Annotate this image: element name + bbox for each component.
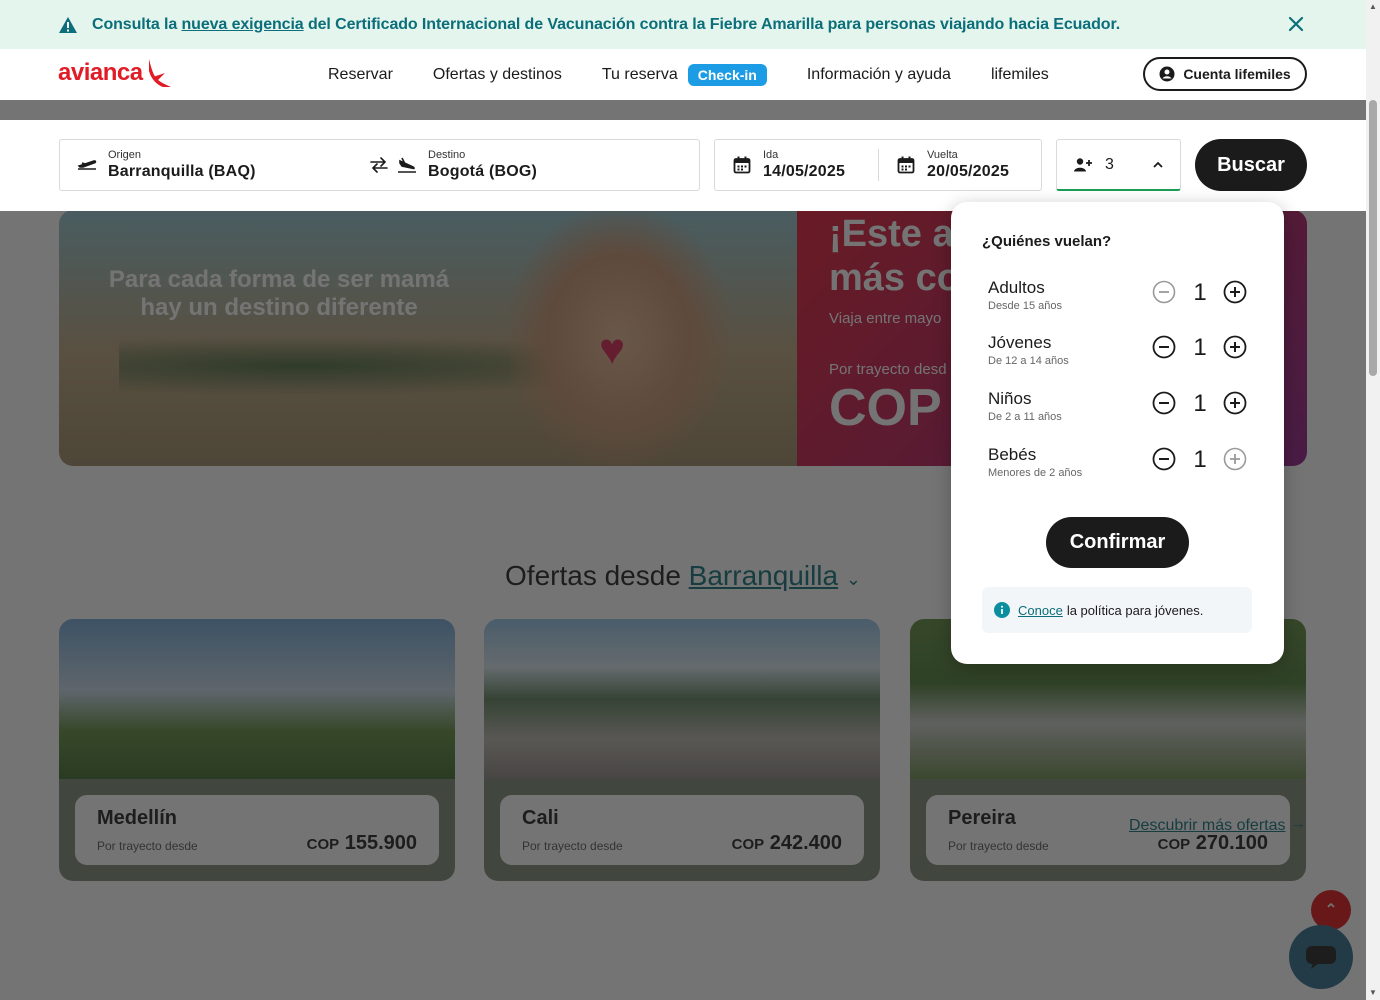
origin-field[interactable]: Origen Barranquilla (BAQ) <box>76 140 376 190</box>
checkin-badge[interactable]: Check-in <box>687 63 767 86</box>
nav-tu-reserva[interactable]: Tu reserva Check-in <box>602 63 767 86</box>
minus-icon[interactable] <box>1152 391 1176 415</box>
policy-link[interactable]: Conoce <box>1018 603 1063 618</box>
chevron-up-icon <box>1153 161 1163 168</box>
nav-ofertas[interactable]: Ofertas y destinos <box>433 66 562 84</box>
offer-desde: Por trayecto desde <box>97 839 198 853</box>
swap-button[interactable] <box>368 140 398 190</box>
notice-text: Consulta la nueva exigencia del Certific… <box>92 15 1121 33</box>
offer-price: COP 242.400 <box>731 832 842 854</box>
account-button[interactable]: Cuenta lifemiles <box>1143 57 1307 91</box>
passenger-panel: ¿Quiénes vuelan? Adultos Desde 15 años 1… <box>951 202 1284 664</box>
offer-image <box>59 619 455 779</box>
plus-icon[interactable] <box>1223 335 1247 359</box>
minus-icon[interactable] <box>1152 280 1176 304</box>
offer-price: COP 155.900 <box>306 832 417 854</box>
dates-group: Ida 14/05/2025 Vuelta 20/05/2025 <box>714 139 1042 191</box>
chevron-up-icon: ⌃ <box>1324 902 1338 919</box>
hero-tagline: Para cada forma de ser mamá hay un desti… <box>108 266 450 321</box>
info-icon <box>994 602 1010 618</box>
plus-icon[interactable] <box>1223 280 1247 304</box>
site-header: avianca Reservar Ofertas y destinos Tu r… <box>0 49 1366 100</box>
main-nav: Reservar Ofertas y destinos Tu reserva Ch… <box>328 49 1089 100</box>
nav-lifemiles[interactable]: lifemiles <box>991 66 1049 84</box>
offer-info: Medellín Por trayecto desde COP 155.900 <box>75 795 439 865</box>
passenger-count-value: 1 <box>1193 390 1207 417</box>
scroll-down-icon[interactable]: ▼ <box>1369 988 1377 997</box>
scroll-to-top-button[interactable]: ⌃ <box>1311 890 1351 930</box>
offer-image <box>484 619 880 779</box>
takeoff-icon <box>76 154 98 176</box>
passenger-row-ninos: Niños De 2 a 11 años 1 <box>988 389 1258 439</box>
arrow-right-icon[interactable]: → <box>1290 815 1306 833</box>
panel-question: ¿Quiénes vuelan? <box>982 233 1112 250</box>
search-button[interactable]: Buscar <box>1195 139 1307 191</box>
confirm-button[interactable]: Confirmar <box>1046 517 1189 568</box>
offers-city-link[interactable]: Barranquilla <box>689 560 838 591</box>
landing-icon <box>396 154 418 176</box>
nav-informacion[interactable]: Información y ayuda <box>807 66 951 84</box>
offer-city: Medellín <box>97 807 178 829</box>
search-bar: Origen Barranquilla (BAQ) Destino Bogotá… <box>0 120 1366 211</box>
add-person-icon <box>1074 157 1092 171</box>
policy-note: Conoce la política para jóvenes. <box>982 587 1252 633</box>
chat-icon <box>1306 946 1336 969</box>
plus-icon[interactable] <box>1223 391 1247 415</box>
notice-banner: Consulta la nueva exigencia del Certific… <box>0 0 1366 49</box>
departure-date-field[interactable]: Ida 14/05/2025 <box>731 140 881 190</box>
notice-link[interactable]: nueva exigencia <box>181 16 303 33</box>
hero-photo: ♥ Para cada forma de ser mamá hay un des… <box>59 210 797 466</box>
minus-icon[interactable] <box>1152 335 1176 359</box>
close-icon[interactable] <box>1286 14 1306 34</box>
passenger-row-jovenes: Jóvenes De 12 a 14 años 1 <box>988 333 1258 383</box>
avianca-logo[interactable]: avianca <box>58 57 173 89</box>
offer-city: Cali <box>522 807 559 829</box>
user-icon <box>1159 66 1175 82</box>
chat-button[interactable] <box>1289 925 1353 989</box>
offer-info: Cali Por trayecto desde COP 242.400 <box>500 795 864 865</box>
passenger-count-value: 1 <box>1193 334 1207 361</box>
passenger-count-value: 1 <box>1193 279 1207 306</box>
calendar-icon <box>895 154 917 176</box>
warning-icon <box>59 16 77 33</box>
chevron-down-icon[interactable]: ⌄ <box>846 569 861 589</box>
offer-desde: Por trayecto desde <box>522 839 623 853</box>
logo-bird-icon <box>148 59 171 87</box>
plus-icon[interactable] <box>1223 447 1247 471</box>
more-offers-link[interactable]: Descubrir más ofertas <box>1129 817 1286 835</box>
swap-icon <box>370 157 388 173</box>
heart-icon: ♥ <box>599 325 626 374</box>
destination-field[interactable]: Destino Bogotá (BOG) <box>396 140 696 190</box>
offer-card-cali[interactable]: Cali Por trayecto desde COP 242.400 <box>484 619 880 881</box>
route-group: Origen Barranquilla (BAQ) Destino Bogotá… <box>59 139 700 191</box>
passenger-row-bebes: Bebés Menores de 2 años 1 <box>988 445 1258 495</box>
scroll-up-icon[interactable]: ▲ <box>1369 2 1377 11</box>
passenger-row-adultos: Adultos Desde 15 años 1 <box>988 278 1258 328</box>
scroll-thumb[interactable] <box>1369 100 1377 376</box>
offer-desde: Por trayecto desde <box>948 839 1049 853</box>
passenger-count-value: 1 <box>1193 446 1207 473</box>
offer-price: COP 270.100 <box>1157 832 1268 854</box>
calendar-icon <box>731 154 753 176</box>
return-date-field[interactable]: Vuelta 20/05/2025 <box>895 140 1045 190</box>
minus-icon[interactable] <box>1152 447 1176 471</box>
passenger-selector[interactable]: 3 <box>1056 139 1181 191</box>
policy-text: la política para jóvenes. <box>1066 602 1204 618</box>
page-scrollbar[interactable]: ▲ ▼ <box>1366 0 1380 1000</box>
nav-reservar[interactable]: Reservar <box>328 66 393 84</box>
offer-card-medellin[interactable]: Medellín Por trayecto desde COP 155.900 <box>59 619 455 881</box>
passenger-count: 3 <box>1105 155 1114 173</box>
